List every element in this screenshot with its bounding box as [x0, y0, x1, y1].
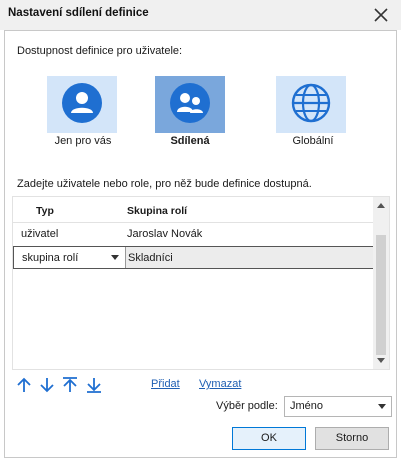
option-shared[interactable]	[155, 76, 225, 133]
move-bottom-icon[interactable]	[85, 376, 103, 394]
row-name[interactable]: Skladníci	[128, 252, 173, 264]
globe-icon	[291, 83, 331, 123]
move-up-icon[interactable]	[15, 376, 33, 394]
people-icon	[170, 83, 210, 123]
column-header-type: Typ	[36, 205, 54, 217]
users-table: Typ Skupina rolí uživatel Jaroslav Novák…	[12, 196, 390, 370]
table-row-editing[interactable]: skupina rolí Skladníci	[13, 246, 375, 269]
selection-dropdown[interactable]: Jméno	[284, 396, 392, 417]
option-shared-label: Sdílená	[170, 135, 210, 147]
person-icon	[62, 83, 102, 123]
window-title: Nastavení sdílení definice	[8, 7, 149, 19]
delete-link[interactable]: Vymazat	[199, 378, 241, 390]
table-header: Typ Skupina rolí	[13, 197, 373, 223]
vertical-scrollbar[interactable]	[373, 197, 389, 369]
option-global[interactable]	[276, 76, 346, 133]
ok-button[interactable]: OK	[232, 427, 306, 450]
availability-label: Dostupnost definice pro uživatele:	[17, 45, 183, 57]
selection-value: Jméno	[290, 400, 324, 412]
scroll-up-icon[interactable]	[377, 203, 385, 208]
row-name: Jaroslav Novák	[127, 228, 203, 240]
table-row[interactable]: uživatel Jaroslav Novák	[13, 223, 373, 245]
option-global-label: Globální	[292, 135, 334, 147]
add-link[interactable]: Přidat	[151, 378, 180, 390]
selection-label: Výběr podle:	[216, 400, 278, 412]
chevron-down-icon[interactable]	[378, 404, 386, 409]
option-private-label: Jen pro vás	[54, 135, 112, 147]
title-bar: Nastavení sdílení definice	[0, 0, 401, 30]
option-private[interactable]	[47, 76, 117, 133]
move-down-icon[interactable]	[38, 376, 56, 394]
cancel-button[interactable]: Storno	[315, 427, 389, 450]
row-type: skupina rolí	[22, 252, 79, 264]
row-type: uživatel	[21, 228, 59, 240]
move-top-icon[interactable]	[61, 376, 79, 394]
scroll-thumb[interactable]	[376, 235, 386, 355]
users-instruction: Zadejte uživatele nebo role, pro něž bud…	[17, 178, 312, 190]
close-icon[interactable]	[371, 5, 391, 25]
scroll-down-icon[interactable]	[377, 358, 385, 363]
chevron-down-icon[interactable]	[111, 255, 119, 260]
type-dropdown[interactable]: skupina rolí	[14, 247, 126, 268]
column-header-role-group: Skupina rolí	[127, 205, 188, 217]
